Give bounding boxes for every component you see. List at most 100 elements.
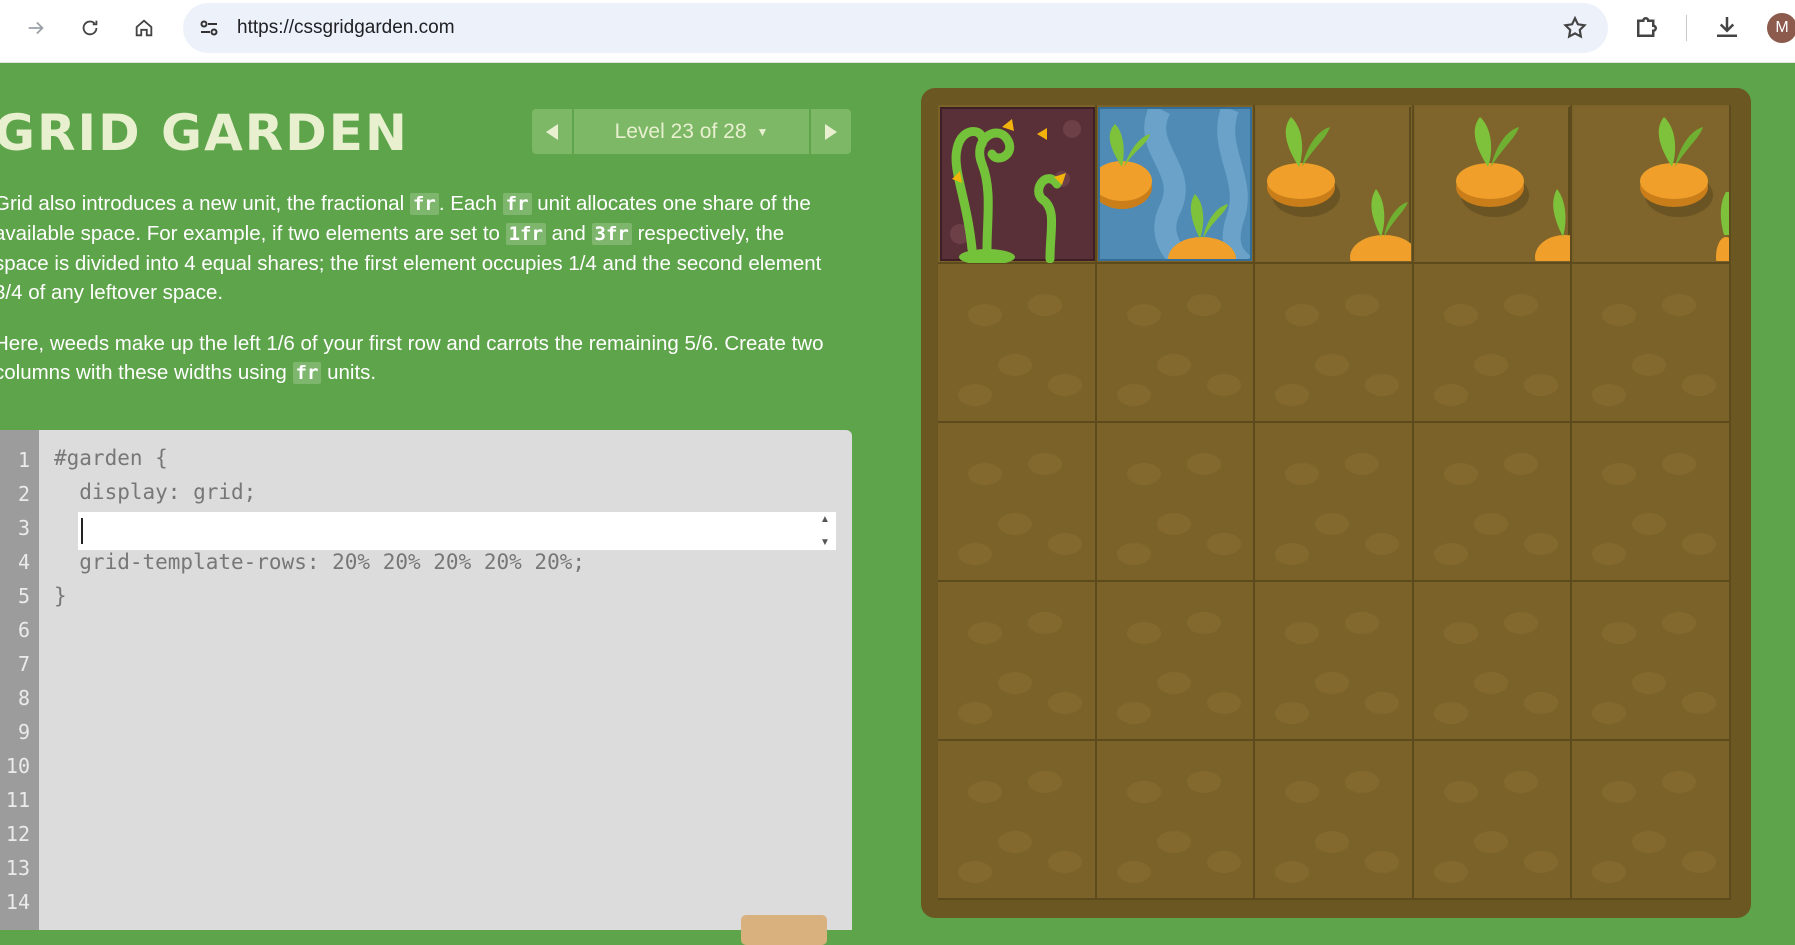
soil-spot	[968, 304, 1002, 326]
line-number: 7	[17, 652, 30, 676]
soil-spot	[1682, 533, 1717, 555]
soil-spot	[998, 672, 1032, 694]
soil-spot	[1126, 463, 1161, 485]
profile-avatar[interactable]: M	[1767, 13, 1795, 43]
soil-spot	[1285, 781, 1320, 803]
soil-spot	[1285, 304, 1320, 326]
soil-spot	[1365, 692, 1400, 714]
carrot-tile	[1415, 107, 1595, 279]
download-icon[interactable]	[1712, 12, 1742, 42]
extensions-icon[interactable]	[1632, 12, 1662, 42]
soil-spot	[1048, 692, 1082, 714]
input-spinner[interactable]: ▲ ▼	[818, 514, 832, 548]
forward-arrow-icon[interactable]	[18, 10, 54, 46]
instr-text: and	[545, 222, 592, 245]
home-icon[interactable]	[126, 10, 162, 46]
garden-cell	[1096, 423, 1256, 582]
soil-spot	[1682, 851, 1717, 873]
level-label: Level 23 of 28	[614, 119, 747, 143]
garden-cell	[1413, 741, 1573, 900]
carrot-tile	[1574, 107, 1736, 277]
soil-spot	[1126, 781, 1161, 803]
soil-spot	[1275, 543, 1310, 565]
code-line: display: grid;	[54, 480, 257, 504]
code-line: grid-template-rows: 20% 20% 20% 20% 20%;	[54, 550, 586, 574]
soil-spot	[1592, 861, 1627, 883]
soil-spot	[1028, 294, 1062, 316]
soil-spot	[1662, 771, 1697, 793]
next-level-button[interactable]	[811, 109, 851, 154]
soil-spot	[1345, 453, 1380, 475]
css-answer-input[interactable]	[78, 512, 836, 550]
soil-spot	[1116, 384, 1151, 406]
soil-spot	[1028, 612, 1062, 634]
address-bar[interactable]: https://cssgridgarden.com	[183, 3, 1608, 53]
soil-spot	[998, 354, 1032, 376]
bookmark-star-icon[interactable]	[1562, 15, 1588, 41]
soil-spot	[1275, 702, 1310, 724]
line-number: 13	[5, 856, 30, 880]
soil-spot	[968, 463, 1002, 485]
line-number: 4	[17, 550, 30, 574]
soil-spot	[1048, 374, 1082, 396]
soil-spot	[1443, 622, 1478, 644]
soil-spot	[1028, 453, 1062, 475]
garden-cell	[1096, 582, 1256, 741]
soil-spot	[1186, 453, 1221, 475]
soil-spot	[1473, 831, 1508, 853]
soil-spot	[1275, 384, 1310, 406]
reload-icon[interactable]	[72, 10, 108, 46]
soil-spot	[1433, 861, 1468, 883]
soil-spot	[1345, 294, 1380, 316]
soil-spot	[1206, 374, 1241, 396]
soil-spot	[1632, 354, 1667, 376]
soil-spot	[1156, 354, 1191, 376]
soil-spot	[1592, 543, 1627, 565]
instructions-paragraph-2: Here, weeds make up the left 1/6 of your…	[0, 329, 844, 388]
browser-toolbar: https://cssgridgarden.com M	[0, 0, 1795, 63]
previous-level-button[interactable]	[532, 109, 572, 154]
soil-spot	[1443, 463, 1478, 485]
inline-code: fr	[502, 193, 532, 215]
line-number: 6	[17, 618, 30, 642]
soil-spot	[1315, 513, 1350, 535]
spinner-up-icon[interactable]: ▲	[820, 514, 830, 525]
soil-spot	[1186, 294, 1221, 316]
soil-spot	[1345, 771, 1380, 793]
site-settings-icon[interactable]	[197, 16, 221, 40]
level-dropdown[interactable]: Level 23 of 28 ▼	[574, 109, 809, 154]
soil-spot	[1048, 851, 1082, 873]
line-number-gutter: 1 2 3 4 5 6 7 8 9 10 11 12 13 14	[0, 430, 39, 930]
line-number: 8	[17, 686, 30, 710]
soil-spot	[1433, 384, 1468, 406]
carrot-plant-icon	[1267, 117, 1418, 279]
soil-spot	[1206, 533, 1241, 555]
soil-spot	[1592, 702, 1627, 724]
next-button[interactable]	[741, 915, 827, 945]
garden-cell	[1413, 423, 1573, 582]
toolbar-divider	[1686, 15, 1687, 41]
url-text[interactable]: https://cssgridgarden.com	[237, 17, 455, 39]
line-number: 2	[17, 482, 30, 506]
soil-spot	[1602, 304, 1637, 326]
soil-spot	[1523, 374, 1558, 396]
instructions-paragraph-1: Grid also introduces a new unit, the fra…	[0, 189, 844, 307]
line-number: 3	[17, 516, 30, 540]
soil-spot	[968, 781, 1002, 803]
line-number: 1	[17, 448, 30, 472]
garden-cell	[1572, 423, 1731, 582]
soil-spot	[1632, 672, 1667, 694]
spinner-down-icon[interactable]: ▼	[820, 537, 830, 548]
soil-spot	[1116, 702, 1151, 724]
soil-spot	[998, 831, 1032, 853]
water-tile	[1098, 107, 1252, 261]
code-line: }	[54, 584, 67, 608]
soil-spot	[958, 384, 992, 406]
soil-spot	[1443, 781, 1478, 803]
soil-spot	[1028, 771, 1062, 793]
soil-spot	[1602, 781, 1637, 803]
soil-spot	[1186, 771, 1221, 793]
line-number: 5	[17, 584, 30, 608]
page-title: GRID GARDEN	[0, 104, 409, 162]
carrot-plant-icon	[1100, 109, 1250, 259]
